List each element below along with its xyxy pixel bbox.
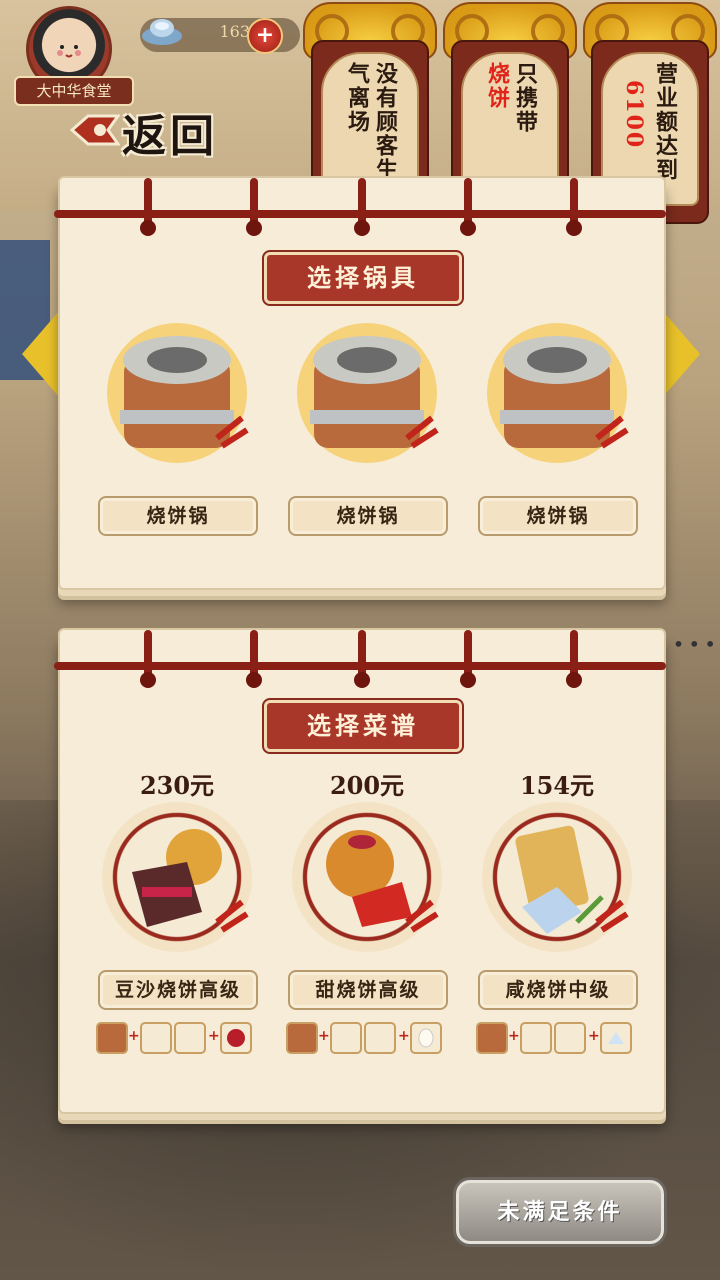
pot-small-icon — [286, 1022, 318, 1054]
cookware-panel: 选择锅具 烧饼锅 烧饼锅 烧饼锅 — [54, 176, 666, 590]
task-text-3a: 营业额达到 — [652, 62, 678, 182]
flour-icon — [364, 1022, 396, 1054]
pot-small-icon — [96, 1022, 128, 1054]
pot-icon-1[interactable] — [102, 318, 252, 468]
flour-icon — [330, 1022, 362, 1054]
salty-shaobing-dish[interactable] — [482, 802, 632, 952]
pot-small-icon — [476, 1022, 508, 1054]
cookware-title: 选择锅具 — [262, 250, 464, 306]
recipe-ingredients-2: + + — [286, 1022, 446, 1054]
silver-ingot-icon — [142, 19, 182, 45]
flour-icon — [140, 1022, 172, 1054]
pot-icon-2[interactable] — [292, 318, 442, 468]
recipe-label-2[interactable]: 甜烧饼高级 — [288, 970, 448, 1010]
back-arrow-icon — [70, 114, 120, 146]
back-button[interactable]: 返回 — [70, 100, 240, 162]
more-dots-icon: ••• — [672, 632, 720, 656]
recipe-ingredients-1: + + — [96, 1022, 256, 1054]
salty-shaobing-icon — [515, 825, 629, 934]
avatar-face-icon — [57, 45, 81, 58]
sugar-icon — [410, 1022, 442, 1054]
recipe-label-1[interactable]: 豆沙烧饼高级 — [98, 970, 258, 1010]
back-label: 返回 — [122, 111, 218, 162]
task-text-3b: 6100 — [621, 80, 647, 150]
recipe-panel: 选择菜谱 230元 200元 154元 豆沙烧饼高级 甜烧饼高级 咸烧饼中级 +… — [54, 628, 666, 1114]
task-text-2a: 只携带 — [512, 62, 538, 134]
sweet-shaobing-icon — [326, 830, 439, 933]
pot-icon-3[interactable] — [482, 318, 632, 468]
task-text-1b: 气离场 — [344, 62, 370, 134]
recipe-price-2: 200元 — [329, 771, 405, 800]
red-bean-icon — [220, 1022, 252, 1054]
cookware-label-3[interactable]: 烧饼锅 — [478, 496, 638, 536]
sweet-shaobing-dish[interactable] — [292, 802, 442, 952]
salt-icon — [600, 1022, 632, 1054]
flour-icon — [520, 1022, 552, 1054]
recipe-title: 选择菜谱 — [262, 698, 464, 754]
recipe-ingredients-3: + + — [476, 1022, 636, 1054]
flour-icon — [174, 1022, 206, 1054]
red-bean-shaobing-icon — [132, 829, 249, 933]
currency-value: 163 — [219, 22, 250, 41]
next-page-arrow-icon[interactable] — [662, 310, 700, 398]
prev-page-arrow-icon[interactable] — [22, 310, 60, 398]
task-text-1a: 没有顾客生 — [372, 62, 398, 182]
flour-icon — [554, 1022, 586, 1054]
recipe-label-3[interactable]: 咸烧饼中级 — [478, 970, 638, 1010]
cookware-label-2[interactable]: 烧饼锅 — [288, 496, 448, 536]
cookware-label-1[interactable]: 烧饼锅 — [98, 496, 258, 536]
add-currency-button[interactable]: + — [247, 18, 283, 54]
recipe-price-1: 230元 — [139, 771, 215, 800]
recipe-price-3: 154元 — [519, 771, 595, 800]
confirm-button[interactable]: 未满足条件 — [456, 1180, 664, 1244]
red-bean-shaobing-dish[interactable] — [102, 802, 252, 952]
task-text-2b: 烧饼 — [484, 62, 510, 110]
